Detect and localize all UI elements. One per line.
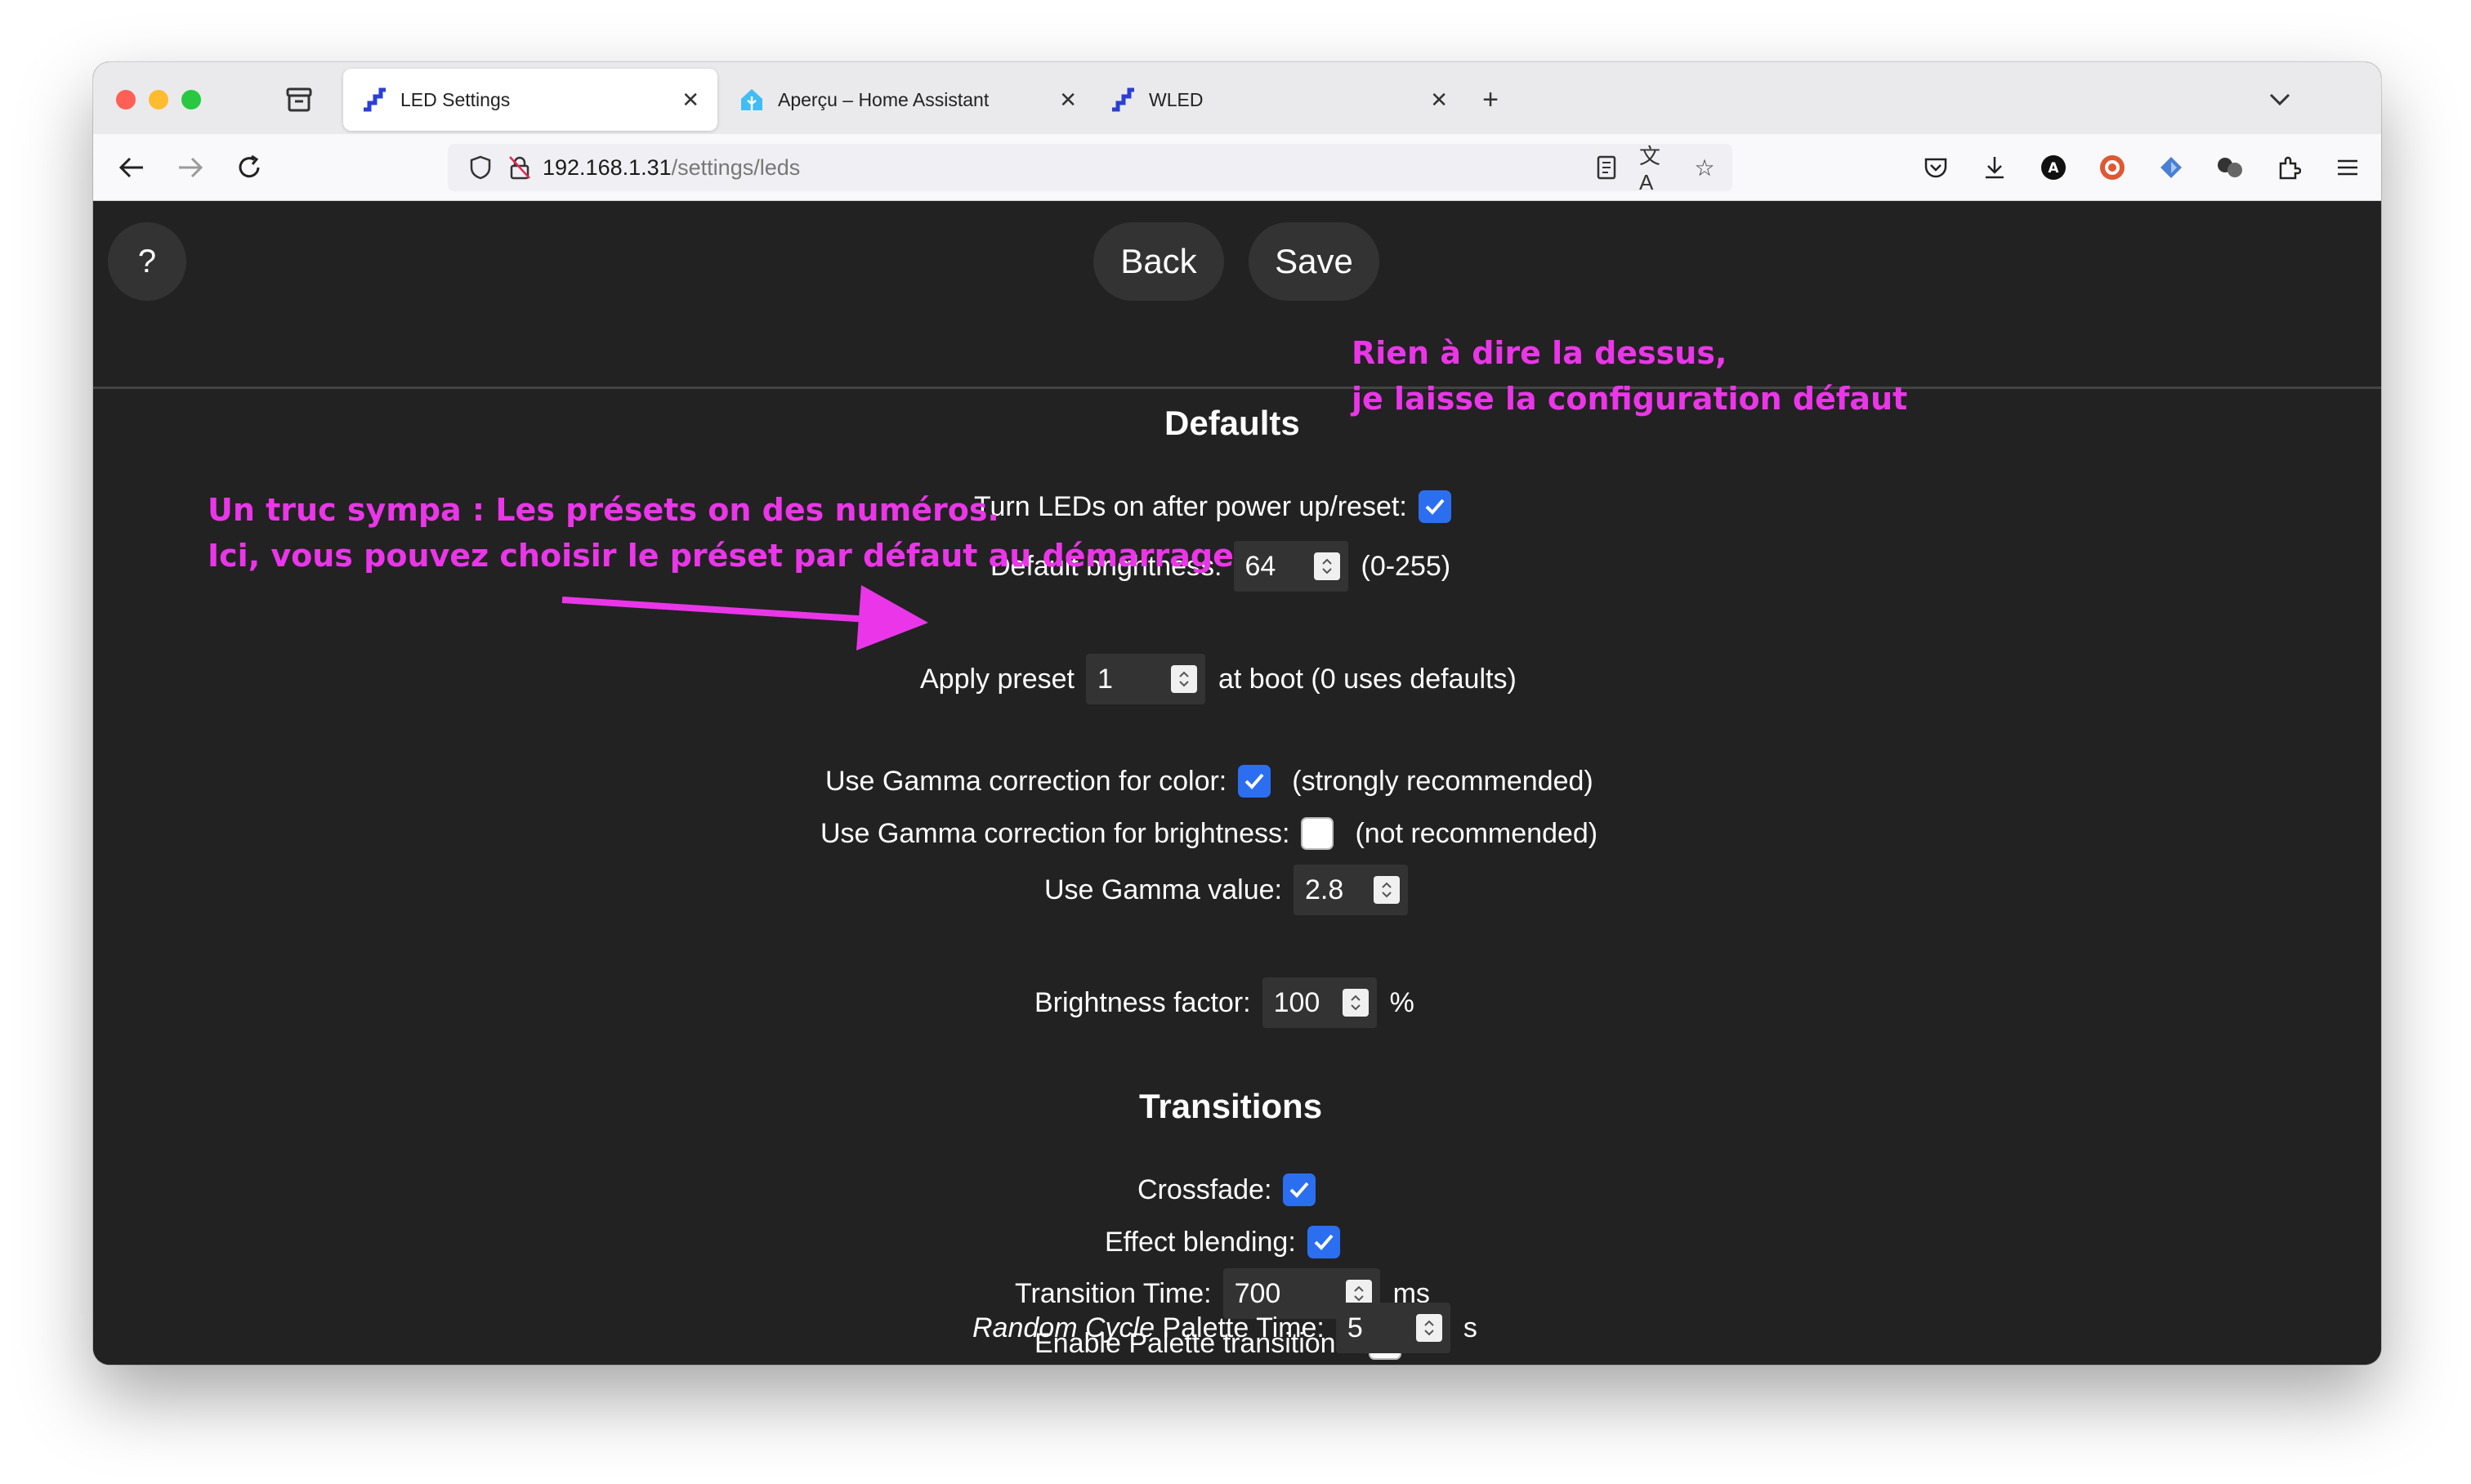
account-avatar-icon[interactable]: A — [2035, 149, 2072, 186]
browser-window: LED Settings ✕ Aperçu – Home Assistant ✕… — [93, 62, 2381, 1365]
annotation-line: Un truc sympa : Les présets on des numér… — [208, 492, 999, 528]
crossfade-checkbox[interactable] — [1283, 1173, 1316, 1206]
pocket-icon[interactable] — [1917, 149, 1955, 186]
save-button[interactable]: Save — [1249, 222, 1379, 301]
extension-bubbles-icon[interactable] — [2211, 149, 2249, 186]
close-tab-icon[interactable]: ✕ — [1059, 87, 1077, 113]
url-bar[interactable]: 192.168.1.31/settings/leds 文A ☆ — [448, 144, 1732, 194]
back-arrow-icon[interactable] — [113, 149, 150, 186]
wled-icon — [1110, 87, 1136, 113]
apply-preset-label: Apply preset — [920, 663, 1075, 695]
close-tab-icon[interactable]: ✕ — [1430, 87, 1448, 113]
effect-blending-row: Effect blending: — [1105, 1226, 1340, 1258]
home-assistant-icon — [739, 87, 765, 113]
downloads-icon[interactable] — [1976, 149, 2013, 186]
tab-tray-icon[interactable] — [279, 80, 319, 119]
gamma-value: 2.8 — [1305, 874, 1344, 905]
random-cycle-unit: s — [1463, 1312, 1477, 1343]
default-brightness-value: 64 — [1244, 550, 1276, 582]
duckduckgo-extension-icon[interactable] — [2093, 149, 2131, 186]
gamma-value-row: Use Gamma value: 2.8 — [1044, 865, 1408, 915]
apply-preset-suffix: at boot (0 uses defaults) — [1218, 663, 1517, 695]
apply-preset-row: Apply preset 1 at boot (0 uses defaults) — [920, 654, 1517, 704]
page-content: ? Back Save Defaults Turn LEDs on after … — [93, 201, 2381, 1365]
stepper-arrows-icon[interactable] — [1313, 552, 1340, 580]
bitwarden-extension-icon[interactable] — [2152, 149, 2190, 186]
tab-led-settings[interactable]: LED Settings ✕ — [343, 69, 717, 131]
default-brightness-input[interactable]: 64 — [1233, 541, 1348, 592]
random-cycle-value: 5 — [1347, 1312, 1363, 1343]
reload-icon[interactable] — [230, 149, 268, 186]
reader-view-icon[interactable] — [1590, 151, 1623, 184]
random-cycle-label: Palette Time: — [1154, 1312, 1325, 1343]
brightness-range-label: (0-255) — [1361, 550, 1451, 582]
brightness-factor-unit: % — [1389, 986, 1414, 1018]
gamma-color-row: Use Gamma correction for color: (strongl… — [825, 765, 1593, 798]
brightness-factor-value: 100 — [1273, 986, 1320, 1018]
tab-home-assistant[interactable]: Aperçu – Home Assistant ✕ — [721, 69, 1095, 131]
brightness-factor-row: Brightness factor: 100 % — [1034, 977, 1414, 1028]
annotation-arrow-icon — [561, 585, 928, 650]
minimize-window-button[interactable] — [149, 90, 168, 110]
tab-title: Aperçu – Home Assistant — [778, 88, 990, 110]
gamma-brightness-label: Use Gamma correction for brightness: — [820, 817, 1290, 849]
maximize-window-button[interactable] — [181, 90, 201, 110]
brightness-factor-label: Brightness factor: — [1034, 986, 1251, 1018]
random-cycle-row: Random Cycle Palette Time: 5 s — [972, 1303, 1477, 1353]
crossfade-label: Crossfade: — [1137, 1173, 1272, 1205]
transitions-heading: Transitions — [1139, 1087, 1323, 1125]
defaults-heading: Defaults — [1164, 404, 1300, 442]
annotation-defaults-note: Rien à dire la dessus, je laisse la conf… — [1352, 330, 1907, 422]
tab-strip: LED Settings ✕ Aperçu – Home Assistant ✕… — [93, 62, 2381, 134]
new-tab-icon[interactable]: + — [1471, 80, 1510, 119]
nav-bar: 192.168.1.31/settings/leds 文A ☆ A — [93, 134, 2381, 201]
bookmark-star-icon[interactable]: ☆ — [1688, 151, 1721, 184]
translate-icon[interactable]: 文A — [1639, 144, 1672, 194]
back-button[interactable]: Back — [1093, 222, 1224, 301]
hamburger-menu-icon[interactable] — [2329, 149, 2366, 186]
stepper-arrows-icon[interactable] — [1374, 876, 1400, 904]
forward-arrow-icon[interactable] — [172, 149, 209, 186]
url-host: 192.168.1.31 — [543, 154, 672, 180]
gamma-color-label: Use Gamma correction for color: — [825, 765, 1227, 797]
extensions-puzzle-icon[interactable] — [2270, 149, 2308, 186]
effect-blending-checkbox[interactable] — [1307, 1226, 1340, 1258]
wled-icon — [361, 87, 387, 113]
svg-text:A: A — [2048, 160, 2059, 177]
annotation-line: je laisse la configuration défaut — [1352, 381, 1908, 417]
tab-title: LED Settings — [400, 88, 511, 110]
gamma-color-note: (strongly recommended) — [1292, 765, 1593, 797]
apply-preset-value: 1 — [1097, 663, 1113, 695]
effect-blending-label: Effect blending: — [1105, 1226, 1296, 1258]
random-cycle-italic: Random Cycle — [972, 1312, 1155, 1343]
annotation-line: Rien à dire la dessus, — [1352, 335, 1727, 371]
apply-preset-input[interactable]: 1 — [1086, 654, 1205, 704]
gamma-brightness-checkbox[interactable] — [1301, 817, 1334, 850]
close-tab-icon[interactable]: ✕ — [681, 87, 699, 113]
settings-top-bar: ? Back Save — [93, 201, 2381, 389]
crossfade-row: Crossfade: — [1137, 1173, 1316, 1206]
random-cycle-input[interactable]: 5 — [1335, 1303, 1450, 1353]
url-path: /settings/leds — [671, 154, 801, 180]
gamma-value-label: Use Gamma value: — [1044, 874, 1282, 905]
insecure-lock-icon[interactable] — [503, 151, 536, 184]
help-button[interactable]: ? — [108, 222, 186, 301]
gamma-brightness-note: (not recommended) — [1355, 817, 1598, 849]
gamma-value-input[interactable]: 2.8 — [1294, 865, 1408, 915]
turn-on-checkbox[interactable] — [1418, 490, 1451, 523]
gamma-color-checkbox[interactable] — [1238, 765, 1271, 798]
stepper-arrows-icon[interactable] — [1171, 665, 1197, 693]
shield-icon[interactable] — [464, 151, 497, 184]
gamma-brightness-row: Use Gamma correction for brightness: (no… — [820, 817, 1597, 850]
stepper-arrows-icon[interactable] — [1415, 1314, 1442, 1342]
close-window-button[interactable] — [116, 90, 136, 110]
brightness-factor-input[interactable]: 100 — [1262, 977, 1377, 1028]
tab-wled[interactable]: WLED ✕ — [1092, 69, 1466, 131]
annotation-preset-note: Un truc sympa : Les présets on des numér… — [208, 487, 1234, 579]
stepper-arrows-icon[interactable] — [1342, 989, 1369, 1017]
tab-title: WLED — [1149, 88, 1204, 110]
tab-list-chevron-icon[interactable] — [2260, 80, 2299, 119]
